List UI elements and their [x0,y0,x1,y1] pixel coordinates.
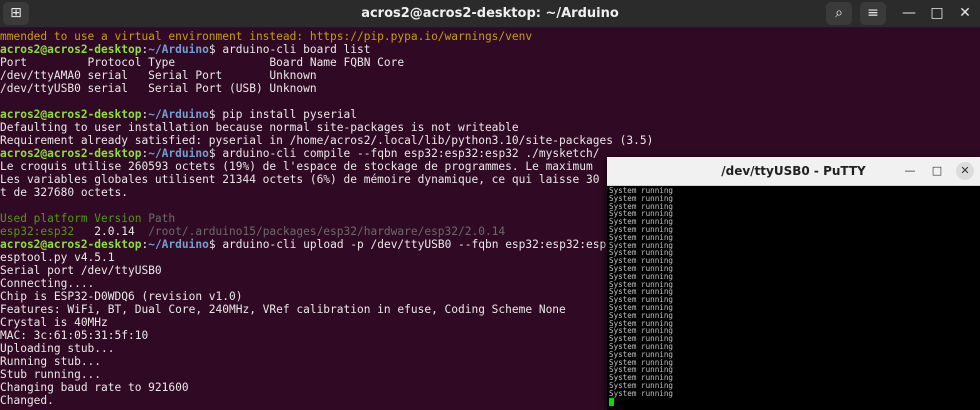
terminal-line: Serial port /dev/ttyUSB0 [0,264,162,277]
terminal-line: acros2@acros2-desktop:~/Arduino$ arduino… [0,147,600,160]
putty-close-button[interactable]: ✕ [956,162,974,180]
prompt-path: ~/Arduino [148,238,209,251]
output-text: Connecting.... [0,277,95,290]
putty-title: /dev/ttyUSB0 - PuTTY [721,164,866,178]
output-text: Running stub... [0,355,102,368]
output-text: esptool.py v4.5.1 [0,251,115,264]
output-text: Uploading stub... [0,342,115,355]
output-text: Defaulting to user installation because … [0,121,519,134]
prompt-user: acros2@acros2-desktop [0,238,142,251]
terminal-line: acros2@acros2-desktop:~/Arduino$ arduino… [0,238,620,251]
platform-name: esp32:esp32 [0,225,95,238]
terminal-line: Running stub... [0,355,101,368]
output-text: MAC: 3c:61:05:31:5f:10 [0,329,149,342]
output-text: Port Protocol Type Board Name FQBN Core [0,56,405,69]
terminal-line: MAC: 3c:61:05:31:5f:10 [0,329,148,342]
prompt-symbol: $ [208,43,223,56]
output-text: Requirement already satisfied: pyserial … [0,134,654,147]
prompt-user: acros2@acros2-desktop [0,108,142,121]
prompt-user: acros2@acros2-desktop [0,43,142,56]
platform-path: /root/.arduino15/packages/esp32/hardware… [148,225,506,238]
terminal-line: t de 327680 octets. [0,186,128,199]
command-text: arduino-cli compile --fqbn esp32:esp32:e… [222,147,600,160]
terminal-header-bar: ⊞ acros2@acros2-desktop: ~/Arduino ⌕ ≡ —… [0,0,980,28]
terminal-line: Port Protocol Type Board Name FQBN Core [0,56,404,69]
command-text: arduino-cli board list [222,43,371,56]
terminal-line: /dev/ttyAMA0 serial Serial Port Unknown [0,69,317,82]
output-text: Features: WiFi, BT, Dual Core, 240MHz, V… [0,303,566,316]
terminal-line: Uploading stub... [0,342,115,355]
putty-minimize-button[interactable]: — [901,162,919,180]
terminal-line: Le croquis utilise 260593 octets (19%) d… [0,160,593,173]
terminal-line: mmended to use a virtual environment ins… [0,30,532,43]
output-text: Serial port /dev/ttyUSB0 [0,264,162,277]
putty-title-bar[interactable]: /dev/ttyUSB0 - PuTTY — □ ✕ [607,157,980,186]
terminal-cursor [609,397,614,406]
output-text: t de 327680 octets. [0,186,128,199]
output-text: Changing baud rate to 921600 [0,381,189,394]
terminal-line: Chip is ESP32-D0WDQ6 (revision v1.0) [0,290,242,303]
output-text: Stub running... [0,368,102,381]
terminal-line: acros2@acros2-desktop:~/Arduino$ pip ins… [0,108,357,121]
close-button[interactable]: ✕ [954,2,976,25]
putty-maximize-button[interactable]: □ [928,162,946,180]
platform-table-header-path: Path [148,212,176,225]
platform-version: 2.0.14 [94,225,149,238]
prompt-symbol: $ [208,238,223,251]
terminal-line: Features: WiFi, BT, Dual Core, 240MHz, V… [0,303,566,316]
platform-table-header: Used platform Version [0,212,149,225]
output-text: Chip is ESP32-D0WDQ6 (revision v1.0) [0,290,243,303]
output-text: /dev/ttyUSB0 serial Serial Port (USB) Un… [0,82,317,95]
terminal-line: esp32:esp32 2.0.14 /root/.arduino15/pack… [0,225,505,238]
terminal-line: Les variables globales utilisent 21344 o… [0,173,599,186]
terminal-line: acros2@acros2-desktop:~/Arduino$ arduino… [0,43,371,56]
terminal-line: Defaulting to user installation because … [0,121,519,134]
terminal-line: Stub running... [0,368,101,381]
output-text: Crystal is 40MHz [0,316,108,329]
terminal-line: esptool.py v4.5.1 [0,251,115,264]
prompt-path: ~/Arduino [148,147,209,160]
serial-output-line: System running [609,388,674,398]
terminal-line: Crystal is 40MHz [0,316,108,329]
output-text: Le croquis utilise 260593 octets (19%) d… [0,160,593,173]
putty-console[interactable]: System running System running System runni… [607,186,980,410]
search-button[interactable]: ⌕ [826,2,852,25]
output-text: Changed. [0,394,54,407]
prompt-symbol: $ [208,147,223,160]
terminal-line: Changed. [0,394,54,407]
menu-button[interactable]: ≡ [860,2,886,25]
terminal-line: Connecting.... [0,277,94,290]
prompt-symbol: $ [208,108,223,121]
output-text: /dev/ttyAMA0 serial Serial Port Unknown [0,69,317,82]
minimize-button[interactable]: — [898,2,920,25]
command-text: arduino-cli upload -p /dev/ttyUSB0 --fqb… [222,238,620,251]
terminal-line: Requirement already satisfied: pyserial … [0,134,653,147]
prompt-path: ~/Arduino [148,108,209,121]
maximize-button[interactable]: □ [926,2,948,25]
prompt-path: ~/Arduino [148,43,209,56]
prompt-user: acros2@acros2-desktop [0,147,142,160]
terminal-line: /dev/ttyUSB0 serial Serial Port (USB) Un… [0,82,317,95]
output-text: Les variables globales utilisent 21344 o… [0,173,600,186]
terminal-line: Used platform Version Path [0,212,175,225]
putty-window: /dev/ttyUSB0 - PuTTY — □ ✕ System runnin… [607,157,980,410]
warning-text: mmended to use a virtual environment ins… [0,30,533,43]
command-text: pip install pyserial [222,108,358,121]
terminal-line: Changing baud rate to 921600 [0,381,189,394]
